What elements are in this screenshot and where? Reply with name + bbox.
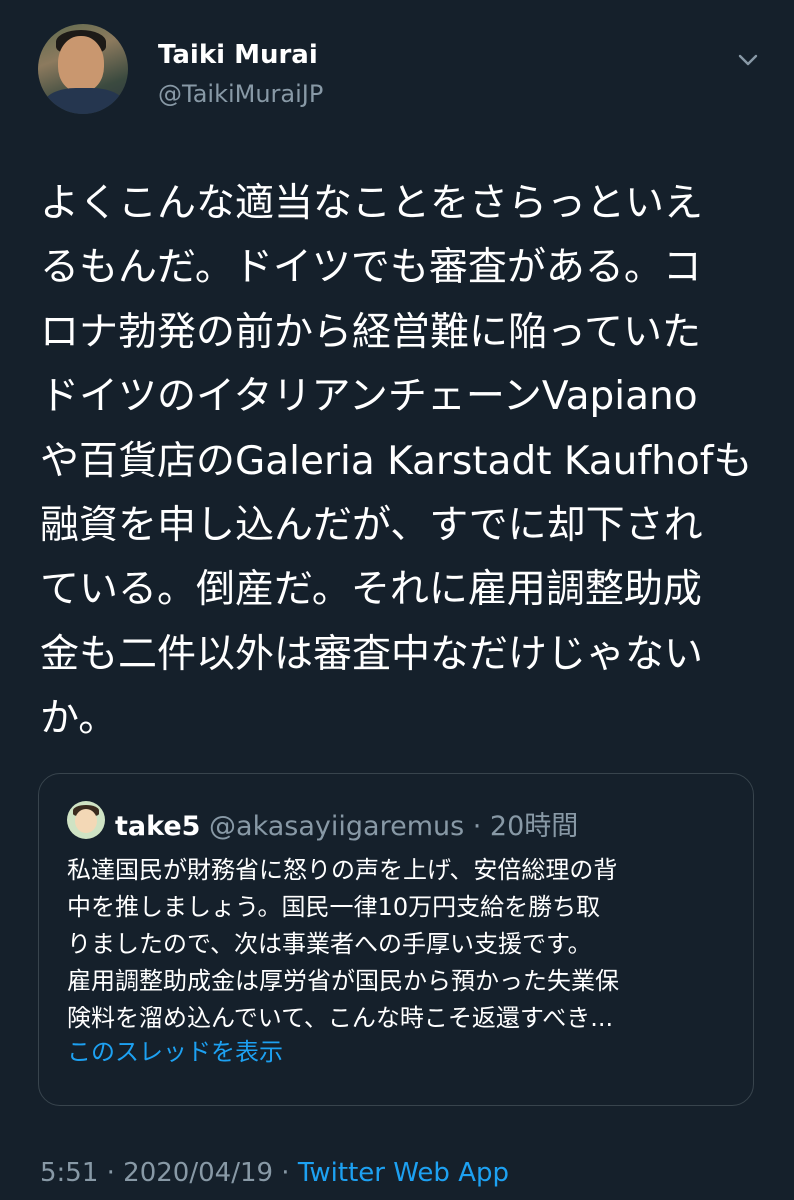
quoted-avatar-face [75,809,97,833]
quoted-line: 雇用調整助成金は厚労省が国民から預かった失業保 [67,967,619,995]
quoted-tweet-text: 私達国民が財務省に怒りの声を上げ、安倍総理の背 中を推しましょう。国民一律10万… [67,852,747,1037]
quoted-line: 中を推しましょう。国民一律10万円支給を勝ち取 [67,893,601,921]
tweet-header: Taiki Murai @TaikiMuraiJP [0,0,794,160]
source-app-link[interactable]: Twitter Web App [298,1158,509,1188]
tweet-line: や百貨店のGaleria Karstadt Kaufhofも [40,438,753,484]
quoted-tweet-card[interactable]: take5 @akasayiigaremus · 20時間 私達国民が財務省に怒… [38,773,754,1106]
quoted-tweet-header: take5 @akasayiigaremus · 20時間 [115,804,578,843]
tweet-line: ドイツのイタリアンチェーンVapiano [40,374,698,420]
tweet-text: よくこんな適当なことをさらっといえ るもんだ。ドイツでも審査がある。コ ロナ勃発… [40,172,760,752]
show-thread-link[interactable]: このスレッドを表示 [67,1032,283,1067]
tweet-line: ロナ勃発の前から経営難に陥っていた [40,309,702,355]
author-handle[interactable]: @TaikiMuraiJP [158,80,323,108]
tweet-line: ている。倒産だ。それに雇用調整助成 [40,567,702,613]
author-name[interactable]: Taiki Murai [158,40,318,70]
quoted-line: りましたので、次は事業者への手厚い支援です。 [67,930,592,958]
tweet-line: よくこんな適当なことをさらっといえ [40,181,704,226]
avatar-face [58,36,104,92]
tweet-timestamp[interactable]: 5:51 · 2020/04/19 · [40,1158,298,1188]
quoted-author-avatar [67,801,105,839]
chevron-down-icon[interactable] [736,48,760,72]
author-avatar[interactable] [38,24,128,114]
avatar-shirt [44,88,124,114]
tweet-line: るもんだ。ドイツでも審査がある。コ [40,245,702,291]
tweet-footer: 5:51 · 2020/04/19 · Twitter Web App [40,1158,509,1188]
quoted-author-name: take5 [115,811,201,842]
quoted-author-meta: @akasayiigaremus · 20時間 [200,811,579,842]
quoted-line: 私達国民が財務省に怒りの声を上げ、安倍総理の背 [67,856,618,884]
tweet-line: か。 [40,696,118,742]
tweet-line: 金も二件以外は審査中なだけじゃない [40,631,704,677]
tweet-line: 融資を申し込んだが、すでに却下され [40,503,703,549]
